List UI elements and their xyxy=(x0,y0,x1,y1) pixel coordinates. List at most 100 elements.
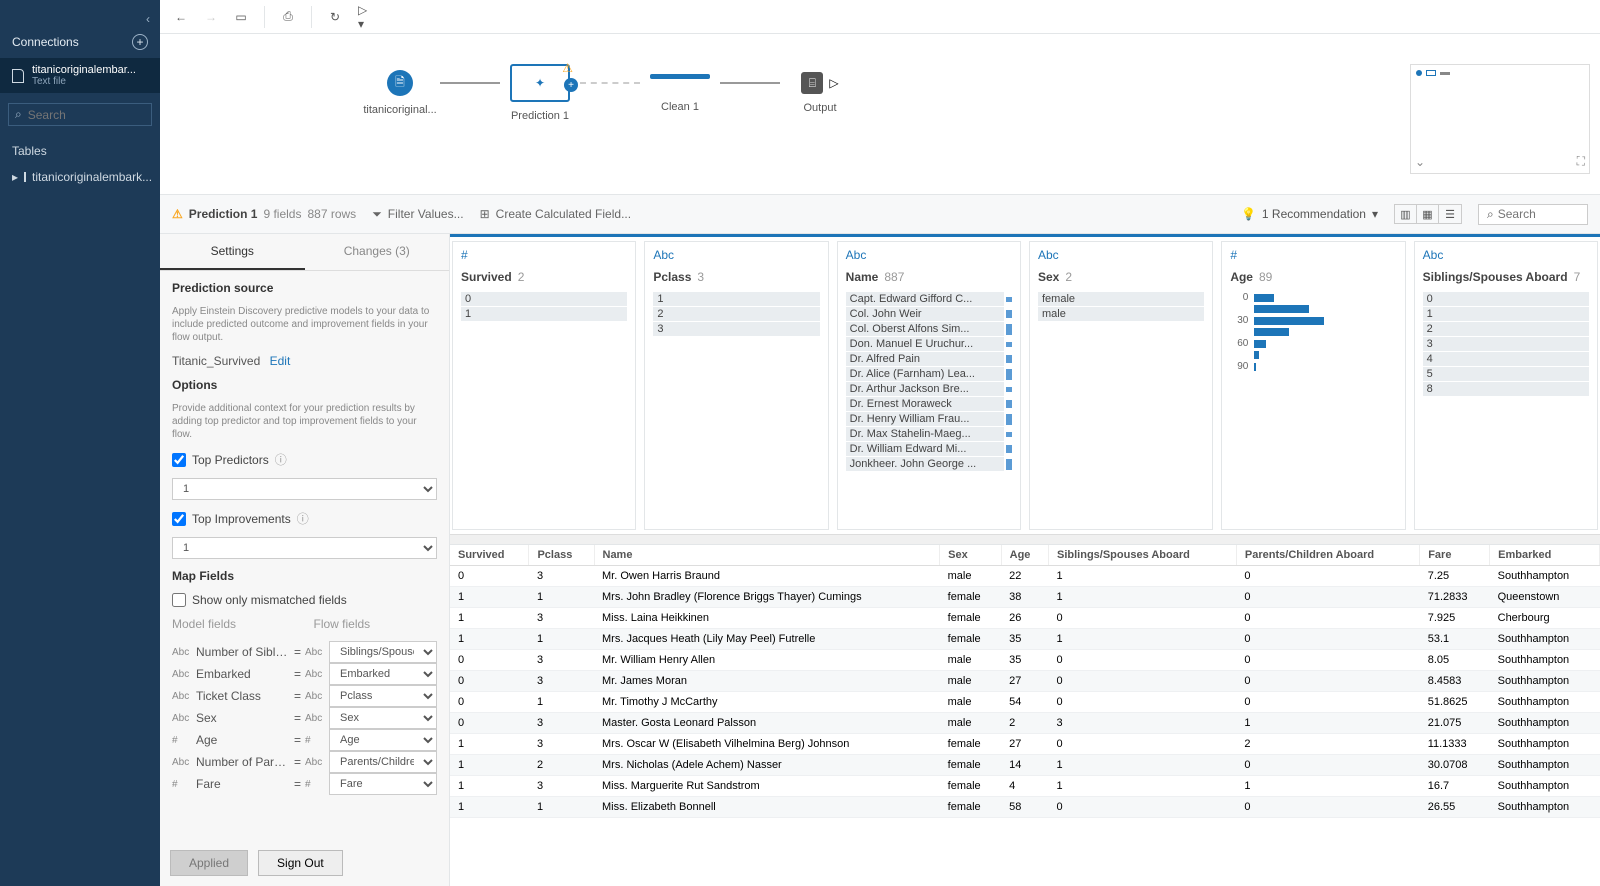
add-step-icon[interactable]: + xyxy=(564,78,578,92)
flow-field-select[interactable]: Sex xyxy=(329,707,437,729)
value-label[interactable]: 0 xyxy=(461,292,627,306)
value-label[interactable]: male xyxy=(1038,307,1204,321)
flow-field-select[interactable]: Pclass xyxy=(329,685,437,707)
flow-field-select[interactable]: Embarked xyxy=(329,663,437,685)
profile-view-icon[interactable]: ▥ xyxy=(1395,205,1417,223)
sidebar-search-input[interactable] xyxy=(28,108,145,122)
value-label[interactable]: 1 xyxy=(461,307,627,321)
value-label[interactable]: Dr. Alice (Farnham) Lea... xyxy=(846,367,1004,381)
chevron-down-icon[interactable]: ⌄ xyxy=(1415,155,1425,169)
applied-button[interactable]: Applied xyxy=(170,850,248,876)
value-label[interactable]: Dr. Alfred Pain xyxy=(846,352,1004,366)
value-label[interactable]: Dr. Arthur Jackson Bre... xyxy=(846,382,1004,396)
value-label[interactable]: 2 xyxy=(653,307,819,321)
flow-node-clean[interactable]: Clean 1 xyxy=(640,74,720,113)
flow-node-prediction[interactable]: ⚠ ✦ + Prediction 1 xyxy=(500,64,580,122)
profile-card[interactable]: #Survived201 xyxy=(452,241,636,530)
flow-field-select[interactable]: Parents/Children xyxy=(329,751,437,773)
grid-header[interactable]: Survived xyxy=(450,545,529,566)
minimap[interactable]: ⌄ ⛶ xyxy=(1410,64,1590,174)
grid-header[interactable]: Parents/Children Aboard xyxy=(1236,545,1419,566)
value-label[interactable]: Jonkheer. John George ... xyxy=(846,457,1004,471)
table-item[interactable]: ▸ titanicoriginalembark... xyxy=(0,166,160,188)
list-view-icon[interactable]: ☰ xyxy=(1439,205,1461,223)
flow-field-select[interactable]: Siblings/Spouses xyxy=(329,641,437,663)
connection-item[interactable]: titanicoriginalembar... Text file xyxy=(0,58,160,93)
table-row[interactable]: 13Mrs. Oscar W (Elisabeth Vilhelmina Ber… xyxy=(450,734,1600,755)
top-pred-select[interactable]: 1 xyxy=(172,478,437,500)
value-label[interactable]: Col. John Weir xyxy=(846,307,1004,321)
top-predictors-check[interactable]: Top Predictors ⓘ xyxy=(172,451,437,468)
grid-header[interactable]: Name xyxy=(594,545,940,566)
grid-header[interactable]: Siblings/Spouses Aboard xyxy=(1049,545,1237,566)
value-label[interactable]: Dr. Ernest Moraweck xyxy=(846,397,1004,411)
calc-field-button[interactable]: ⊞ Create Calculated Field... xyxy=(480,207,631,221)
collapse-sidebar-icon[interactable]: ‹ xyxy=(0,12,160,26)
profile-card[interactable]: AbcName887Capt. Edward Gifford C...Col. … xyxy=(837,241,1021,530)
top-predictors-checkbox[interactable] xyxy=(172,453,186,467)
table-row[interactable]: 03Mr. James Moranmale27008.4583Southhamp… xyxy=(450,671,1600,692)
sidebar-search[interactable]: ⌕ xyxy=(8,103,152,126)
table-row[interactable]: 03Mr. Owen Harris Braundmale22107.25Sout… xyxy=(450,566,1600,587)
flow-canvas[interactable]: 🗎 titanicoriginal... ⚠ ✦ + Prediction 1 … xyxy=(160,34,1600,194)
data-grid[interactable]: SurvivedPclassNameSexAgeSiblings/Spouses… xyxy=(450,544,1600,886)
table-row[interactable]: 13Miss. Laina Heikkinenfemale26007.925Ch… xyxy=(450,608,1600,629)
tab-settings[interactable]: Settings xyxy=(160,234,305,270)
recommendations-button[interactable]: 💡 1 Recommendation ▾ xyxy=(1241,207,1378,221)
refresh-icon[interactable]: ↻ xyxy=(326,8,344,26)
grid-header[interactable]: Fare xyxy=(1420,545,1490,566)
flow-field-select[interactable]: Age xyxy=(329,729,437,751)
add-connection-icon[interactable]: + xyxy=(132,34,148,50)
top-improvements-checkbox[interactable] xyxy=(172,512,186,526)
grid-header[interactable]: Sex xyxy=(940,545,1001,566)
expand-icon[interactable]: ⛶ xyxy=(1577,154,1585,169)
run-flow-icon[interactable]: ▷ ▾ xyxy=(358,8,376,26)
mismatch-checkbox[interactable] xyxy=(172,593,186,607)
horizontal-scrollbar[interactable] xyxy=(450,534,1600,544)
value-label[interactable]: 0 xyxy=(1423,292,1589,306)
grid-header[interactable]: Pclass xyxy=(529,545,594,566)
profile-card[interactable]: #Age890306090 xyxy=(1221,241,1405,530)
grid-header[interactable]: Age xyxy=(1001,545,1048,566)
publish-icon[interactable]: ⎙ xyxy=(279,8,297,26)
grid-header[interactable]: Embarked xyxy=(1490,545,1600,566)
table-row[interactable]: 13Miss. Marguerite Rut Sandstromfemale41… xyxy=(450,776,1600,797)
profile-card[interactable]: AbcPclass3123 xyxy=(644,241,828,530)
value-label[interactable]: Col. Oberst Alfons Sim... xyxy=(846,322,1004,336)
value-label[interactable]: Don. Manuel E Uruchur... xyxy=(846,337,1004,351)
flow-node-output[interactable]: ⌸ ▷ Output xyxy=(780,72,860,114)
signout-button[interactable]: Sign Out xyxy=(258,850,343,876)
value-label[interactable]: 3 xyxy=(653,322,819,336)
view-toggle[interactable]: ▥ ▦ ☰ xyxy=(1394,204,1462,224)
value-label[interactable]: 5 xyxy=(1423,367,1589,381)
value-label[interactable]: 8 xyxy=(1423,382,1589,396)
table-row[interactable]: 11Mrs. Jacques Heath (Lily May Peel) Fut… xyxy=(450,629,1600,650)
info-icon[interactable]: ⓘ xyxy=(275,451,287,468)
value-label[interactable]: 3 xyxy=(1423,337,1589,351)
value-label[interactable]: 2 xyxy=(1423,322,1589,336)
profile-card[interactable]: AbcSex2femalemale xyxy=(1029,241,1213,530)
table-row[interactable]: 01Mr. Timothy J McCarthymale540051.8625S… xyxy=(450,692,1600,713)
top-imp-select[interactable]: 1 xyxy=(172,537,437,559)
table-row[interactable]: 03Master. Gosta Leonard Palssonmale23121… xyxy=(450,713,1600,734)
back-icon[interactable]: ← xyxy=(172,8,190,26)
info-icon[interactable]: ⓘ xyxy=(297,510,309,527)
forward-icon[interactable]: → xyxy=(202,8,220,26)
profile-search[interactable]: ⌕ xyxy=(1478,204,1588,225)
value-label[interactable]: Dr. Henry William Frau... xyxy=(846,412,1004,426)
value-label[interactable]: 1 xyxy=(653,292,819,306)
profile-card[interactable]: AbcSiblings/Spouses Aboard70123458 xyxy=(1414,241,1598,530)
mismatch-check[interactable]: Show only mismatched fields xyxy=(172,593,437,607)
tab-changes[interactable]: Changes (3) xyxy=(305,234,450,270)
table-row[interactable]: 03Mr. William Henry Allenmale35008.05Sou… xyxy=(450,650,1600,671)
run-node-icon[interactable]: ▷ xyxy=(829,76,838,90)
top-improvements-check[interactable]: Top Improvements ⓘ xyxy=(172,510,437,527)
value-label[interactable]: Capt. Edward Gifford C... xyxy=(846,292,1004,306)
value-label[interactable]: 4 xyxy=(1423,352,1589,366)
save-icon[interactable]: ▭ xyxy=(232,8,250,26)
profile-search-input[interactable] xyxy=(1498,207,1568,221)
value-label[interactable]: Dr. William Edward Mi... xyxy=(846,442,1004,456)
value-label[interactable]: Dr. Max Stahelin-Maeg... xyxy=(846,427,1004,441)
table-row[interactable]: 11Miss. Elizabeth Bonnellfemale580026.55… xyxy=(450,797,1600,818)
filter-button[interactable]: ⏷ Filter Values... xyxy=(372,207,463,222)
